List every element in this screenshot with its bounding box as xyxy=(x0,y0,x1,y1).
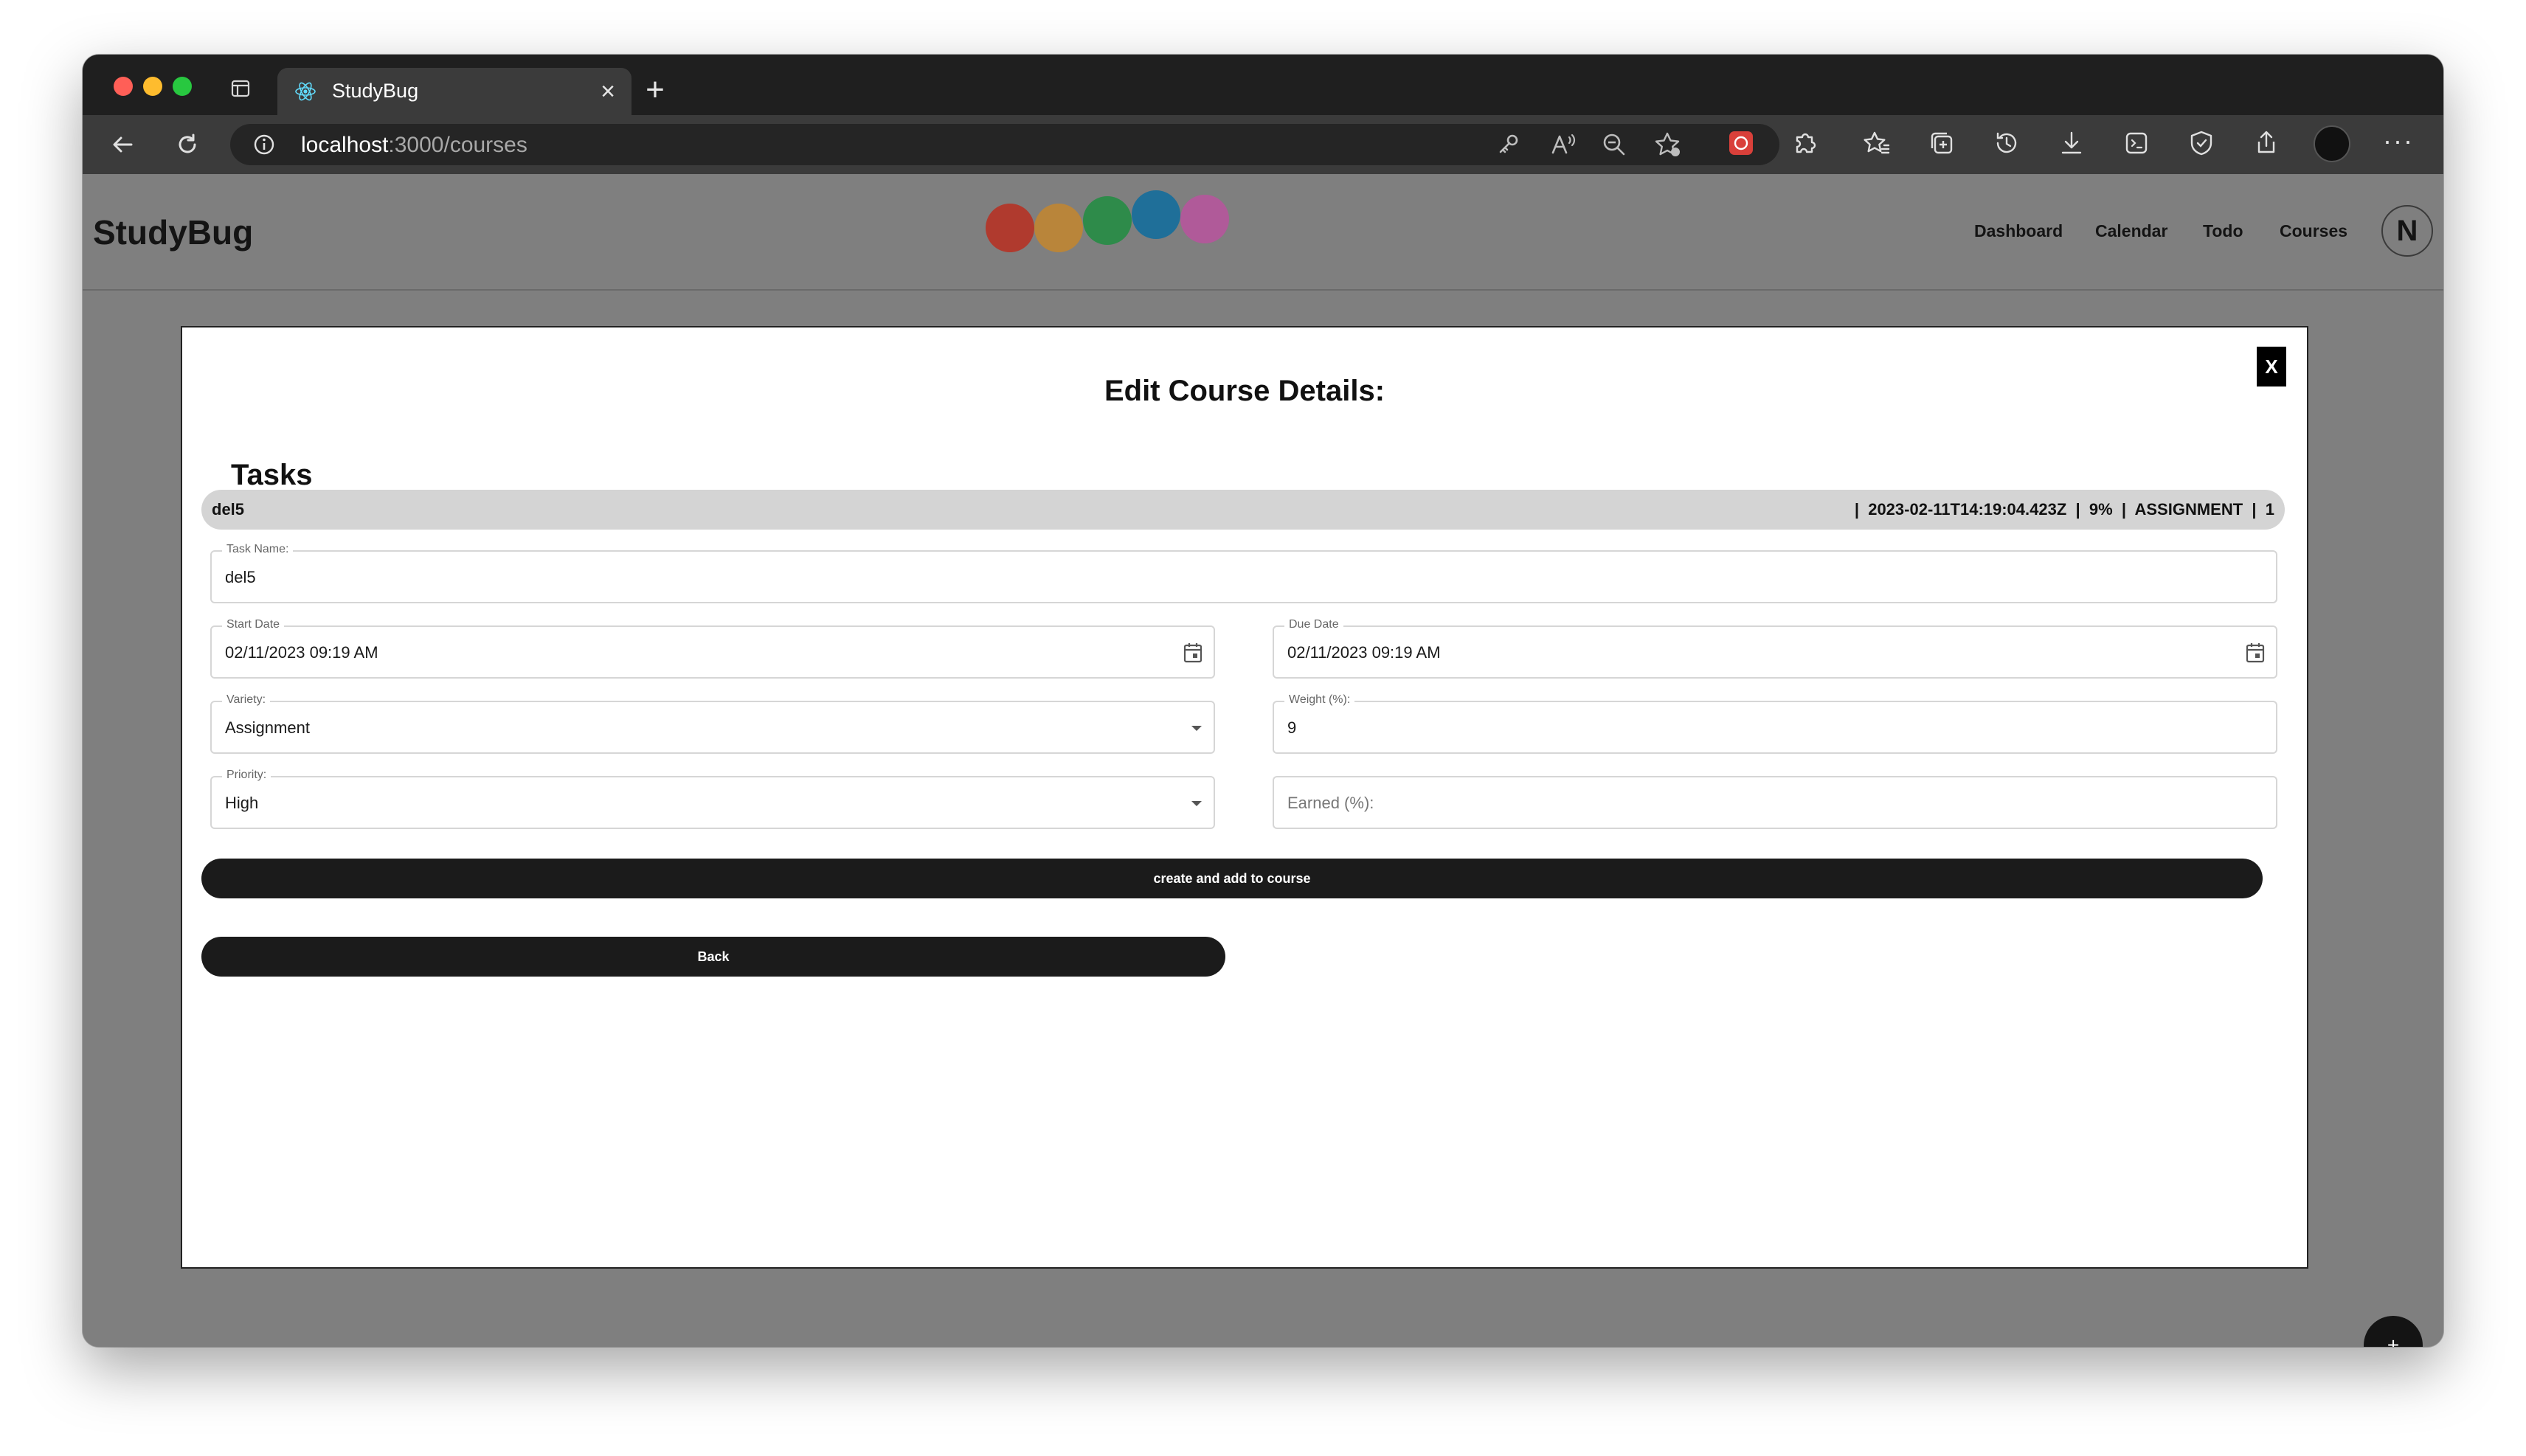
download-icon[interactable] xyxy=(2055,127,2088,159)
calendar-icon[interactable] xyxy=(1183,642,1203,664)
nav-todo[interactable]: Todo xyxy=(2203,221,2243,241)
variety-select[interactable]: Variety: Assignment xyxy=(210,693,1215,754)
calendar-icon[interactable] xyxy=(2245,642,2266,664)
weight-value: 9 xyxy=(1287,718,1297,737)
extension-red-icon[interactable] xyxy=(1725,127,1757,159)
variety-label: Variety: xyxy=(222,693,271,707)
react-icon xyxy=(294,80,317,103)
task-name-label: Task Name: xyxy=(222,543,294,556)
logo-dot xyxy=(1180,195,1229,243)
priority-select[interactable]: Priority: High xyxy=(210,769,1215,829)
add-fab-button[interactable]: + xyxy=(2364,1316,2423,1347)
url-path: :3000/courses xyxy=(388,133,527,157)
studybug-app: StudyBug Dashboard Calendar Todo Courses… xyxy=(83,174,2443,1347)
edit-course-modal: X Edit Course Details: Tasks del5 | 2023… xyxy=(181,326,2308,1269)
close-window-button[interactable] xyxy=(114,77,133,96)
nav-courses[interactable]: Courses xyxy=(2280,221,2347,241)
favorites-icon[interactable] xyxy=(1861,127,1893,159)
screenshot-icon[interactable] xyxy=(2120,127,2153,159)
minimize-window-button[interactable] xyxy=(143,77,162,96)
brand-title[interactable]: StudyBug xyxy=(93,212,253,252)
key-icon[interactable] xyxy=(1492,128,1524,161)
favorite-add-icon[interactable] xyxy=(1651,128,1684,161)
address-bar: localhost:3000/courses ··· xyxy=(83,115,2443,174)
reload-icon[interactable] xyxy=(171,128,204,161)
start-date-value: 02/11/2023 09:19 AM xyxy=(225,643,378,662)
more-menu-icon[interactable]: ··· xyxy=(2383,125,2414,156)
history-icon[interactable] xyxy=(1990,127,2023,159)
variety-value: Assignment xyxy=(225,718,310,737)
task-row-name: del5 xyxy=(212,500,245,519)
extensions-puzzle-icon[interactable] xyxy=(1788,127,1821,159)
task-name-field[interactable]: Task Name: del5 xyxy=(210,543,2277,603)
info-icon[interactable] xyxy=(252,133,276,156)
tasks-heading: Tasks xyxy=(231,459,313,491)
new-tab-icon[interactable]: + xyxy=(642,74,668,106)
task-row[interactable]: del5 | 2023-02-11T14:19:04.423Z | 9% | A… xyxy=(201,490,2285,530)
tab-close-icon[interactable]: × xyxy=(595,78,621,105)
url-host: localhost xyxy=(301,133,389,157)
chevron-down-icon xyxy=(1191,801,1202,806)
priority-label: Priority: xyxy=(222,769,271,782)
tab-studybug[interactable]: StudyBug × xyxy=(277,68,632,115)
nav-calendar[interactable]: Calendar xyxy=(2095,221,2167,241)
nav-dashboard[interactable]: Dashboard xyxy=(1974,221,2063,241)
tab-bar: StudyBug × + xyxy=(83,55,2443,115)
task-name-value: del5 xyxy=(225,568,256,586)
back-button[interactable]: Back xyxy=(201,937,1225,977)
share-icon[interactable] xyxy=(2250,127,2283,159)
due-date-value: 02/11/2023 09:19 AM xyxy=(1287,643,1441,662)
tab-title: StudyBug xyxy=(332,80,419,102)
start-date-field[interactable]: Start Date 02/11/2023 09:19 AM xyxy=(210,618,1215,679)
start-date-label: Start Date xyxy=(222,618,285,631)
priority-value: High xyxy=(225,794,259,812)
earned-placeholder: Earned (%): xyxy=(1287,794,1374,812)
due-date-field[interactable]: Due Date 02/11/2023 09:19 AM xyxy=(1273,618,2277,679)
app-header: StudyBug Dashboard Calendar Todo Courses… xyxy=(83,174,2443,291)
weight-label: Weight (%): xyxy=(1284,693,1355,707)
browser-essentials-icon[interactable] xyxy=(2185,127,2218,159)
due-date-label: Due Date xyxy=(1284,618,1343,631)
zoom-out-icon[interactable] xyxy=(1598,128,1630,161)
create-and-add-button[interactable]: create and add to course xyxy=(201,859,2263,898)
chevron-down-icon xyxy=(1191,726,1202,731)
profile-avatar[interactable] xyxy=(2314,125,2350,162)
maximize-window-button[interactable] xyxy=(173,77,192,96)
modal-title: Edit Course Details: xyxy=(1104,375,1385,407)
user-avatar[interactable]: N xyxy=(2381,205,2433,257)
weight-field[interactable]: Weight (%): 9 xyxy=(1273,693,2277,754)
logo-dot xyxy=(1083,196,1132,245)
read-aloud-icon[interactable] xyxy=(1546,128,1579,161)
logo-dot xyxy=(1034,204,1083,252)
tab-sidebar-icon[interactable] xyxy=(230,78,251,99)
collections-icon[interactable] xyxy=(1925,127,1958,159)
logo-dot xyxy=(986,204,1034,252)
task-row-meta: | 2023-02-11T14:19:04.423Z | 9% | ASSIGN… xyxy=(1854,500,2274,519)
browser-window: StudyBug × + localhost:3000/courses ··· … xyxy=(83,55,2443,1347)
url-input[interactable]: localhost:3000/courses xyxy=(230,124,1779,165)
logo-dot xyxy=(1132,190,1180,239)
earned-field[interactable]: Earned (%): xyxy=(1273,776,2277,829)
url-text: localhost:3000/courses xyxy=(301,133,527,158)
back-arrow-icon[interactable] xyxy=(106,128,139,161)
